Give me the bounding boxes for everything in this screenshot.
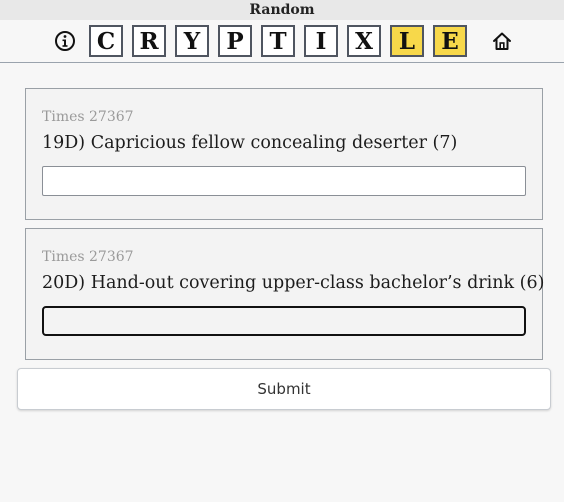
title-tile-highlighted: L xyxy=(390,25,424,57)
clue-text: 20D) Hand-out covering upper-class bache… xyxy=(42,273,545,293)
answer-input[interactable] xyxy=(42,166,526,196)
clue-source: Times 27367 xyxy=(42,249,134,265)
clue-source: Times 27367 xyxy=(42,109,134,125)
title-tile: I xyxy=(304,25,338,57)
title-tile: P xyxy=(218,25,252,57)
home-icon xyxy=(493,32,511,50)
title-tile: R xyxy=(132,25,166,57)
title-tile: Y xyxy=(175,25,209,57)
clue-text: 19D) Capricious fellow concealing desert… xyxy=(42,133,458,153)
clue-card: Times 27367 19D) Capricious fellow conce… xyxy=(25,88,543,220)
mode-title: Random xyxy=(249,2,315,18)
info-circle-icon xyxy=(55,31,75,51)
title-tile: C xyxy=(89,25,123,57)
title-tiles: C R Y P T I X L E xyxy=(89,25,467,57)
top-bar: Random xyxy=(0,0,564,20)
header: C R Y P T I X L E xyxy=(0,20,564,63)
home-button[interactable] xyxy=(486,25,518,57)
title-tile-highlighted: E xyxy=(433,25,467,57)
title-tile: X xyxy=(347,25,381,57)
clue-card: Times 27367 20D) Hand-out covering upper… xyxy=(25,228,545,360)
submit-button[interactable]: Submit xyxy=(17,368,551,410)
title-tile: T xyxy=(261,25,295,57)
info-button[interactable] xyxy=(49,25,81,57)
answer-input-focused[interactable] xyxy=(42,306,526,336)
